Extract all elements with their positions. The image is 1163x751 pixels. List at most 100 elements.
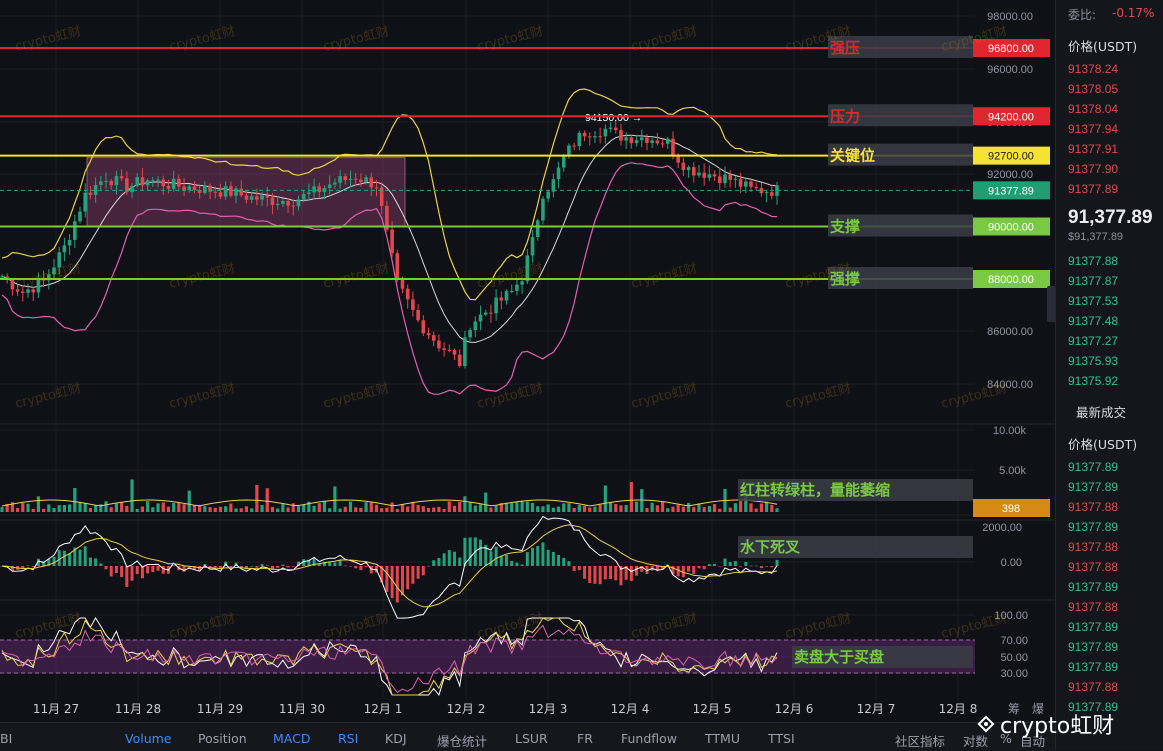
candle-body bbox=[645, 137, 649, 143]
volume-bar bbox=[728, 507, 732, 512]
volume-bar bbox=[328, 508, 332, 512]
volume-current-label: 398 bbox=[1002, 503, 1020, 515]
macd-bar bbox=[333, 562, 337, 566]
candle-body bbox=[140, 177, 145, 186]
candle-body bbox=[312, 186, 316, 193]
x-axis-tick: 11月 28 bbox=[115, 702, 161, 716]
bid-row[interactable]: 91377.27 bbox=[1068, 334, 1118, 348]
macd-bar bbox=[57, 550, 61, 566]
price-axis-tick: 98000.00 bbox=[987, 11, 1033, 23]
bid-row[interactable]: 91377.87 bbox=[1068, 274, 1118, 288]
macd-bar bbox=[26, 565, 30, 567]
ask-row[interactable]: 91378.04 bbox=[1068, 102, 1118, 116]
macd-bar bbox=[416, 566, 420, 579]
tab-ttsi[interactable]: TTSI bbox=[768, 731, 795, 746]
ask-row[interactable]: 91377.91 bbox=[1068, 142, 1118, 156]
bid-row[interactable]: 91377.53 bbox=[1068, 294, 1118, 308]
tab-macd[interactable]: MACD bbox=[273, 731, 310, 746]
candle-body bbox=[78, 211, 82, 222]
volume-bar bbox=[655, 505, 659, 512]
volume-bar bbox=[432, 507, 436, 512]
candle-body bbox=[437, 340, 441, 349]
candle-body bbox=[478, 314, 483, 322]
macd-bar bbox=[692, 566, 696, 574]
macd-bar bbox=[520, 564, 524, 566]
macd-bar bbox=[348, 566, 352, 567]
tab-volume[interactable]: Volume bbox=[125, 731, 172, 746]
price-chart[interactable]: 98000.0096000.0094000.0092000.0086000.00… bbox=[0, 0, 1055, 722]
tab-kdj[interactable]: KDJ bbox=[385, 731, 407, 746]
candle-body bbox=[411, 299, 415, 310]
candle-body bbox=[270, 197, 275, 206]
candle-body bbox=[769, 192, 774, 196]
candle-body bbox=[728, 174, 732, 180]
candle-body bbox=[203, 185, 207, 193]
candle-body bbox=[447, 349, 452, 351]
candle-body bbox=[733, 178, 738, 180]
volume-bar bbox=[218, 506, 223, 512]
volume-bar bbox=[286, 507, 290, 512]
bid-row[interactable]: 91377.88 bbox=[1068, 254, 1118, 268]
candle-body bbox=[421, 320, 426, 334]
candle-body bbox=[567, 145, 571, 157]
candle-body bbox=[218, 192, 223, 197]
last-price-label: 91377.89 bbox=[988, 185, 1034, 197]
volume-bar bbox=[624, 505, 628, 512]
candle-body bbox=[577, 132, 582, 147]
macd-bar bbox=[583, 566, 587, 579]
tab-position[interactable]: Position bbox=[198, 731, 247, 746]
bid-row[interactable]: 91377.48 bbox=[1068, 314, 1118, 328]
last-price-usd: $91,377.89 bbox=[1068, 231, 1124, 243]
volume-bar bbox=[68, 504, 72, 512]
volume-bar bbox=[26, 503, 30, 512]
tab-fundflow[interactable]: Fundflow bbox=[621, 731, 677, 746]
macd-bar bbox=[593, 566, 597, 584]
candle-body bbox=[582, 132, 587, 137]
tab-fr[interactable]: FR bbox=[577, 731, 593, 746]
candle-body bbox=[0, 276, 4, 278]
candle-body bbox=[525, 255, 530, 282]
ask-row[interactable]: 91377.89 bbox=[1068, 182, 1118, 196]
ask-row[interactable]: 91378.24 bbox=[1068, 62, 1118, 76]
macd-annotation: 水下死叉 bbox=[740, 538, 801, 556]
candle-body bbox=[327, 184, 332, 188]
volume-bar bbox=[348, 501, 353, 512]
volume-bar bbox=[302, 504, 306, 512]
candle-body bbox=[691, 167, 696, 176]
volume-bar bbox=[125, 505, 129, 512]
ask-row[interactable]: 91377.94 bbox=[1068, 122, 1118, 136]
candle-body bbox=[166, 186, 171, 189]
level-note-90000.00: 支撑 bbox=[829, 218, 860, 236]
volume-bar bbox=[57, 505, 61, 512]
candle-body bbox=[546, 191, 550, 199]
candle-body bbox=[629, 137, 634, 144]
bid-row[interactable]: 91375.92 bbox=[1068, 374, 1118, 388]
level-price-label: 88000.00 bbox=[988, 274, 1034, 286]
macd-bar bbox=[728, 562, 732, 566]
community-indicator-button[interactable]: 社区指标 bbox=[895, 731, 945, 750]
bid-row[interactable]: 91375.93 bbox=[1068, 354, 1118, 368]
macd-bar bbox=[385, 566, 389, 593]
tab-lsur[interactable]: LSUR bbox=[515, 731, 548, 746]
candle-body bbox=[452, 350, 457, 355]
ask-row[interactable]: 91378.05 bbox=[1068, 82, 1118, 96]
trade-row: 91377.88 bbox=[1068, 680, 1119, 694]
macd-bar bbox=[411, 566, 415, 584]
volume-bar bbox=[598, 504, 602, 512]
candle-body bbox=[405, 288, 410, 300]
tab-rsi[interactable]: RSI bbox=[338, 731, 358, 746]
volume-bar bbox=[385, 507, 389, 512]
volume-bar bbox=[504, 503, 509, 512]
candle-body bbox=[738, 178, 743, 187]
x-axis-tick: 12月 1 bbox=[364, 702, 403, 716]
tab-ttmu[interactable]: TTMU bbox=[705, 731, 740, 746]
tab-bi[interactable]: BI bbox=[0, 731, 12, 746]
tab-爆仓统计[interactable]: 爆仓统计 bbox=[437, 731, 487, 750]
volume-bar bbox=[120, 502, 124, 512]
macd-bar bbox=[489, 551, 493, 566]
ask-row[interactable]: 91377.90 bbox=[1068, 162, 1118, 176]
volume-bar bbox=[614, 504, 618, 512]
chart-area[interactable]: 98000.0096000.0094000.0092000.0086000.00… bbox=[0, 0, 1055, 722]
candle-body bbox=[639, 137, 644, 141]
candle-body bbox=[499, 297, 504, 301]
